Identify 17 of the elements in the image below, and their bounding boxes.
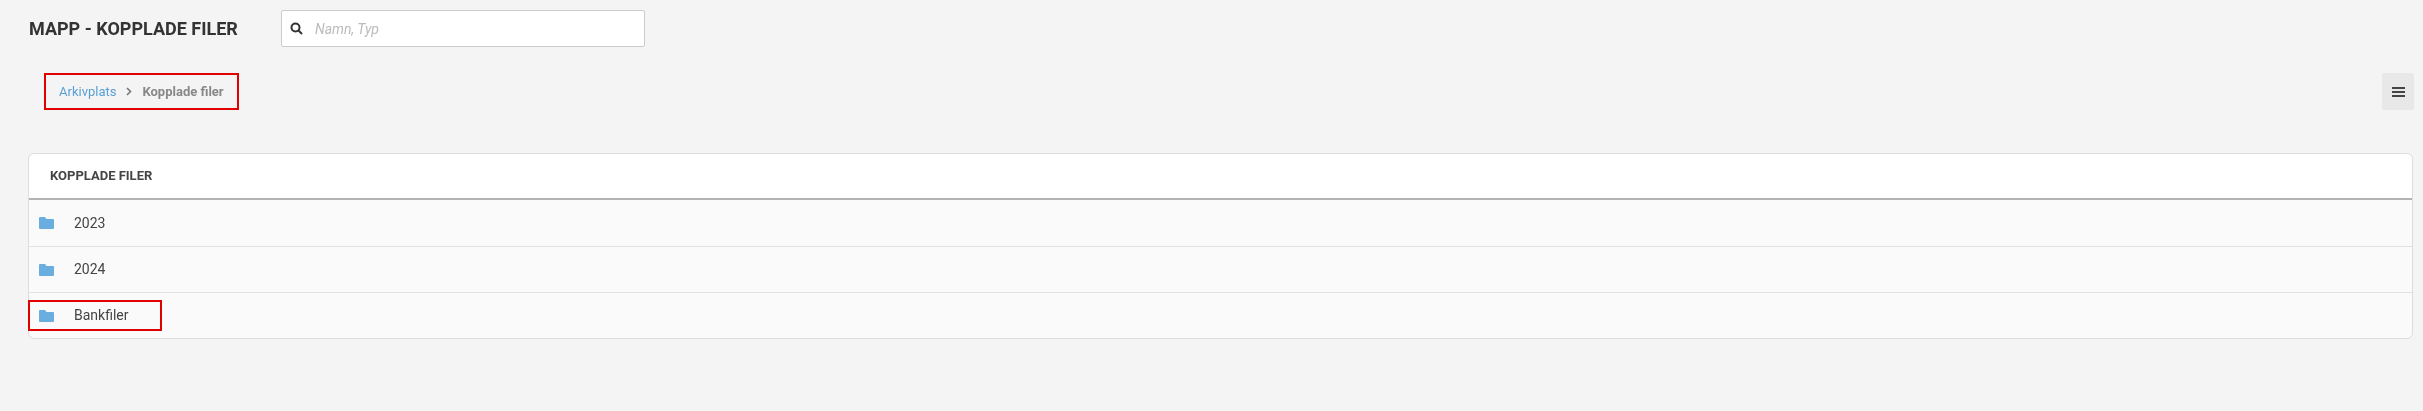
folder-name: Bankfiler (74, 306, 129, 325)
menu-icon (2391, 86, 2405, 97)
chevron-right-icon (126, 87, 133, 96)
search-field[interactable]: Namn, Typ (281, 10, 645, 47)
folder-row[interactable]: 2024 (29, 246, 2412, 292)
folder-icon (39, 309, 54, 322)
page-title: MAPP - KOPPLADE FILER (29, 17, 239, 41)
folder-row[interactable]: 2023 (29, 200, 2412, 246)
panel-title: KOPPLADE FILER (50, 167, 153, 186)
folder-icon (39, 217, 54, 229)
folder-icon (39, 263, 54, 276)
folder-name: 2024 (74, 260, 106, 279)
folder-name: 2023 (74, 213, 106, 233)
menu-button[interactable] (2382, 73, 2414, 110)
folder-row[interactable]: Bankfiler (29, 292, 2412, 338)
breadcrumb-current: Kopplade filer (142, 82, 224, 101)
search-icon (290, 22, 303, 35)
